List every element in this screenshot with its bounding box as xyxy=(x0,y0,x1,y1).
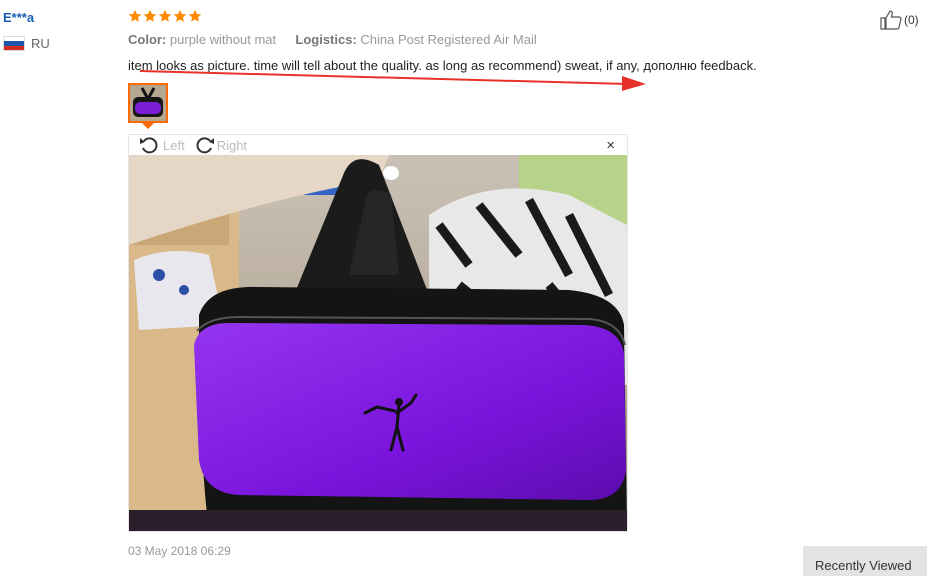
thumbnail-pointer xyxy=(142,123,154,129)
reviewer-name[interactable]: E***a xyxy=(3,10,34,25)
star-icon xyxy=(188,9,202,22)
logistics-value: China Post Registered Air Mail xyxy=(360,32,537,47)
star-icon xyxy=(143,9,157,22)
star-rating xyxy=(128,9,202,23)
recently-viewed-tab[interactable]: Recently Viewed xyxy=(803,546,927,576)
color-label: Color: xyxy=(128,32,167,47)
photo-viewer: Left Right × xyxy=(128,134,628,532)
star-icon xyxy=(128,9,142,22)
purple-yoga-bag-photo xyxy=(129,155,627,531)
rotate-right-icon xyxy=(196,137,214,154)
helpful-count: (0) xyxy=(904,13,919,27)
star-icon xyxy=(158,9,172,22)
review-photo xyxy=(129,155,627,531)
viewer-toolbar: Left Right xyxy=(139,135,247,155)
rotate-right-label: Right xyxy=(216,137,248,153)
thumbs-up-icon xyxy=(880,10,902,30)
helpful-button[interactable]: (0) xyxy=(880,10,919,30)
bag-thumbnail-image xyxy=(130,85,166,121)
reviewer-country: RU xyxy=(3,36,50,51)
review-date: 03 May 2018 06:29 xyxy=(128,544,231,558)
russia-flag-icon xyxy=(3,36,25,51)
review-text: item looks as picture. time will tell ab… xyxy=(128,58,757,73)
rotate-left-button[interactable]: Left xyxy=(139,135,185,155)
logistics-label: Logistics: xyxy=(295,32,357,47)
rotate-left-label: Left xyxy=(163,137,185,153)
rotate-left-icon xyxy=(140,137,158,154)
star-icon xyxy=(173,9,187,22)
close-viewer-button[interactable]: × xyxy=(606,138,615,153)
order-attributes: Color: purple without mat Logistics: Chi… xyxy=(128,32,537,47)
color-value: purple without mat xyxy=(169,32,277,47)
review-photo-thumbnail[interactable] xyxy=(128,83,168,123)
country-code: RU xyxy=(31,36,50,51)
rotate-right-button[interactable]: Right xyxy=(193,135,247,155)
